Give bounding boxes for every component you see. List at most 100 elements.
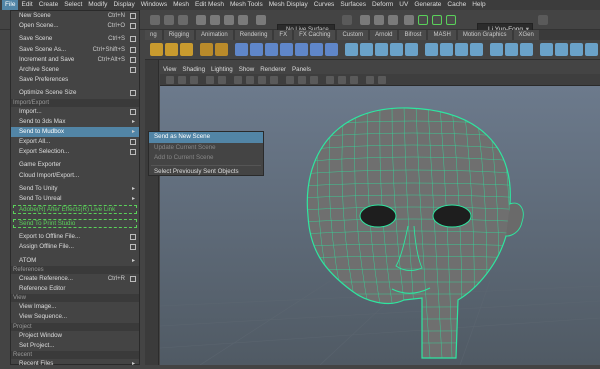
snap-curve-icon[interactable] (210, 15, 220, 25)
option-box-icon[interactable] (130, 66, 136, 73)
image-plane-icon[interactable] (206, 76, 214, 84)
file-menu-item-assign-offline-file[interactable]: Assign Offline File... (11, 242, 139, 252)
file-menu-item-cloud-import-export[interactable]: Cloud Import/Export... (11, 171, 139, 181)
file-menu-item-send-to-unity[interactable]: Send To Unity ▸ (11, 184, 139, 194)
viewport-menu-renderer[interactable]: Renderer (257, 65, 289, 74)
file-menu-item-send-to-3ds-max[interactable]: Send to 3ds Max ▸ (11, 117, 139, 127)
shelf-tool-icon[interactable] (405, 43, 418, 56)
file-menu-item-view-image[interactable]: View Image... (11, 302, 139, 312)
snap-point-icon[interactable] (224, 15, 234, 25)
option-box-icon[interactable] (130, 149, 136, 156)
file-menu-item-new-scene[interactable]: New Scene Ctrl+N (11, 11, 139, 21)
file-menu-item-export-to-offline-file[interactable]: Export to Offline File... (11, 232, 139, 242)
menu-file[interactable]: File (2, 0, 19, 10)
viewport-menu-lighting[interactable]: Lighting (208, 65, 236, 74)
file-menu-item-project-window[interactable]: Project Window (11, 331, 139, 341)
file-menu-item-atom[interactable]: ATOM ▸ (11, 256, 139, 266)
shelf-tab-bifrost[interactable]: Bifrost (399, 30, 427, 40)
menu-surfaces[interactable]: Surfaces (337, 0, 369, 10)
menu-uv[interactable]: UV (396, 0, 411, 10)
option-box-icon[interactable] (130, 108, 136, 115)
viewport-menu-view[interactable]: View (160, 65, 179, 74)
file-menu-item-save-scene[interactable]: Save Scene Ctrl+S (11, 34, 139, 44)
option-box-icon[interactable] (130, 275, 136, 282)
shelf-tool-icon[interactable] (570, 43, 583, 56)
history-icon[interactable] (256, 15, 266, 25)
file-menu-item-reference-editor[interactable]: Reference Editor (11, 284, 139, 294)
submenu-item-send-as-new-scene[interactable]: Send as New Scene (149, 132, 263, 143)
option-box-icon[interactable] (130, 244, 136, 251)
shelf-tool-icon[interactable] (235, 43, 248, 56)
menu-curves[interactable]: Curves (311, 0, 338, 10)
menu-cache[interactable]: Cache (444, 0, 469, 10)
viewport-menu-panels[interactable]: Panels (289, 65, 314, 74)
shelf-tool-icon[interactable] (390, 43, 403, 56)
pause-icon[interactable] (446, 15, 456, 25)
shelf-tool-icon[interactable] (150, 43, 163, 56)
shelf-tab-arnold[interactable]: Arnold (370, 30, 398, 40)
menu-edit-mesh[interactable]: Edit Mesh (192, 0, 227, 10)
file-menu-item-set-project[interactable]: Set Project... (11, 341, 139, 351)
file-menu-item-create-reference[interactable]: Create Reference... Ctrl+R (11, 274, 139, 284)
svg-icon[interactable] (215, 43, 228, 56)
wireframe-icon[interactable] (234, 76, 242, 84)
menu-windows[interactable]: Windows (138, 0, 170, 10)
shelf-tool-icon[interactable] (505, 43, 518, 56)
ipr-render-icon[interactable] (374, 15, 384, 25)
grid-icon[interactable] (218, 76, 226, 84)
shelf-tool-icon[interactable] (180, 43, 193, 56)
exposure-icon[interactable] (378, 76, 386, 84)
ambient-occlusion-icon[interactable] (298, 76, 306, 84)
menu-display[interactable]: Display (110, 0, 137, 10)
head-mesh[interactable] (300, 106, 530, 359)
file-menu-item-export-all[interactable]: Export All... (11, 137, 139, 147)
option-box-icon[interactable] (130, 36, 136, 43)
shelf-tool-icon[interactable] (375, 43, 388, 56)
file-menu-item-export-selection[interactable]: Export Selection... (11, 147, 139, 157)
shelf-tab-ng[interactable]: ng (145, 30, 162, 40)
character-controls-icon[interactable] (432, 15, 442, 25)
shelf-tool-icon[interactable] (325, 43, 338, 56)
file-menu-item-send-to-unreal[interactable]: Send To Unreal ▸ (11, 194, 139, 204)
shelf-tab-mash[interactable]: MASH (428, 30, 456, 40)
option-box-icon[interactable] (130, 13, 136, 19)
shelf-tool-icon[interactable] (265, 43, 278, 56)
symmetry-icon[interactable] (342, 15, 352, 25)
shelf-tab-motion-graphics[interactable]: Motion Graphics (457, 30, 512, 40)
xray-icon[interactable] (338, 76, 346, 84)
lasso-icon[interactable] (164, 15, 174, 25)
perspective-viewport[interactable] (159, 86, 600, 366)
shelf-tool-icon[interactable] (455, 43, 468, 56)
camera-attributes-icon[interactable] (178, 76, 186, 84)
viewport-menu-show[interactable]: Show (236, 65, 257, 74)
menu-modify[interactable]: Modify (85, 0, 110, 10)
option-box-icon[interactable] (130, 139, 136, 146)
menu-mesh[interactable]: Mesh (170, 0, 192, 10)
shelf-tab-fx[interactable]: FX (274, 30, 293, 40)
shelf-tool-icon[interactable] (490, 43, 503, 56)
file-menu-item-save-scene-as[interactable]: Save Scene As... Ctrl+Shift+S (11, 45, 139, 55)
file-menu-item-send-to-print-studio[interactable]: Send To Print Studio (13, 219, 137, 229)
shelf-tool-icon[interactable] (360, 43, 373, 56)
shelf-tool-icon[interactable] (440, 43, 453, 56)
shelf-tab-fx-caching[interactable]: FX Caching (294, 30, 336, 40)
render-icon[interactable] (360, 15, 370, 25)
option-box-icon[interactable] (130, 23, 136, 30)
hypershade-icon[interactable] (404, 15, 414, 25)
shelf-tool-icon[interactable] (540, 43, 553, 56)
shelf-tool-icon[interactable] (470, 43, 483, 56)
shelf-tool-icon[interactable] (295, 43, 308, 56)
snap-grid-icon[interactable] (196, 15, 206, 25)
anti-aliasing-icon[interactable] (310, 76, 318, 84)
shelf-tab-xgen[interactable]: XGen (513, 30, 539, 40)
menu-select[interactable]: Select (61, 0, 85, 10)
smooth-shade-icon[interactable] (246, 76, 254, 84)
shelf-tool-icon[interactable] (345, 43, 358, 56)
shelf-tab-animation[interactable]: Animation (196, 30, 233, 40)
file-menu-item-send-to-mudbox[interactable]: Send to Mudbox ▸ (11, 126, 139, 138)
select-icon[interactable] (150, 15, 160, 25)
file-menu-item-view-sequence[interactable]: View Sequence... (11, 312, 139, 322)
snap-view-icon[interactable] (238, 15, 248, 25)
file-menu-item-import[interactable]: Import... (11, 107, 139, 117)
shadows-icon[interactable] (286, 76, 294, 84)
